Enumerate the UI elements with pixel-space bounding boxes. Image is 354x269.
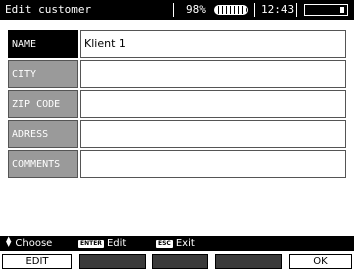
soft-key-bar: EDIT OK: [0, 254, 354, 269]
city-field[interactable]: [80, 60, 346, 88]
hint-edit: ENTER Edit: [78, 236, 126, 251]
soft-key-2[interactable]: [79, 254, 146, 269]
name-label: NAME: [8, 30, 78, 58]
hint-choose-label: Choose: [15, 238, 53, 249]
soft-key-4[interactable]: [215, 254, 282, 269]
esc-key-icon: ESC: [156, 240, 173, 248]
status-bar: Edit customer 98% 12:43: [0, 0, 354, 20]
zip-code-label: ZIP CODE: [8, 90, 78, 118]
form-row-city[interactable]: CITY: [8, 60, 346, 88]
form-row-address[interactable]: ADRESS: [8, 120, 346, 148]
ok-button[interactable]: OK: [289, 254, 352, 269]
zip-code-field[interactable]: [80, 90, 346, 118]
divider: [296, 3, 297, 17]
form-row-name[interactable]: NAME Klient 1: [8, 30, 346, 58]
hint-choose: ▲ ▼ Choose: [6, 236, 52, 251]
hint-exit-label: Exit: [175, 238, 195, 249]
battery-icon: [214, 5, 248, 15]
city-label: CITY: [8, 60, 78, 88]
divider: [173, 3, 174, 17]
comments-label: COMMENTS: [8, 150, 78, 178]
name-field[interactable]: Klient 1: [80, 30, 346, 58]
address-field[interactable]: [80, 120, 346, 148]
screen: Edit customer 98% 12:43 NAME Klient 1 CI…: [0, 0, 354, 269]
clock: 12:43: [261, 3, 295, 16]
battery-percent: 98%: [186, 3, 206, 16]
enter-key-icon: ENTER: [78, 240, 104, 248]
page-title: Edit customer: [5, 3, 92, 16]
form-row-zip-code[interactable]: ZIP CODE: [8, 90, 346, 118]
comments-field[interactable]: [80, 150, 346, 178]
edit-button[interactable]: EDIT: [2, 254, 72, 269]
hint-edit-label: Edit: [106, 238, 127, 249]
form-row-comments[interactable]: COMMENTS: [8, 150, 346, 178]
memory-card-icon: [304, 4, 348, 16]
hint-exit: ESC Exit: [156, 236, 195, 251]
soft-key-3[interactable]: [152, 254, 208, 269]
divider: [254, 3, 255, 17]
address-label: ADRESS: [8, 120, 78, 148]
hint-bar: ▲ ▼ Choose ENTER Edit ESC Exit: [0, 236, 354, 251]
up-down-arrow-icon: ▲ ▼: [6, 235, 12, 248]
